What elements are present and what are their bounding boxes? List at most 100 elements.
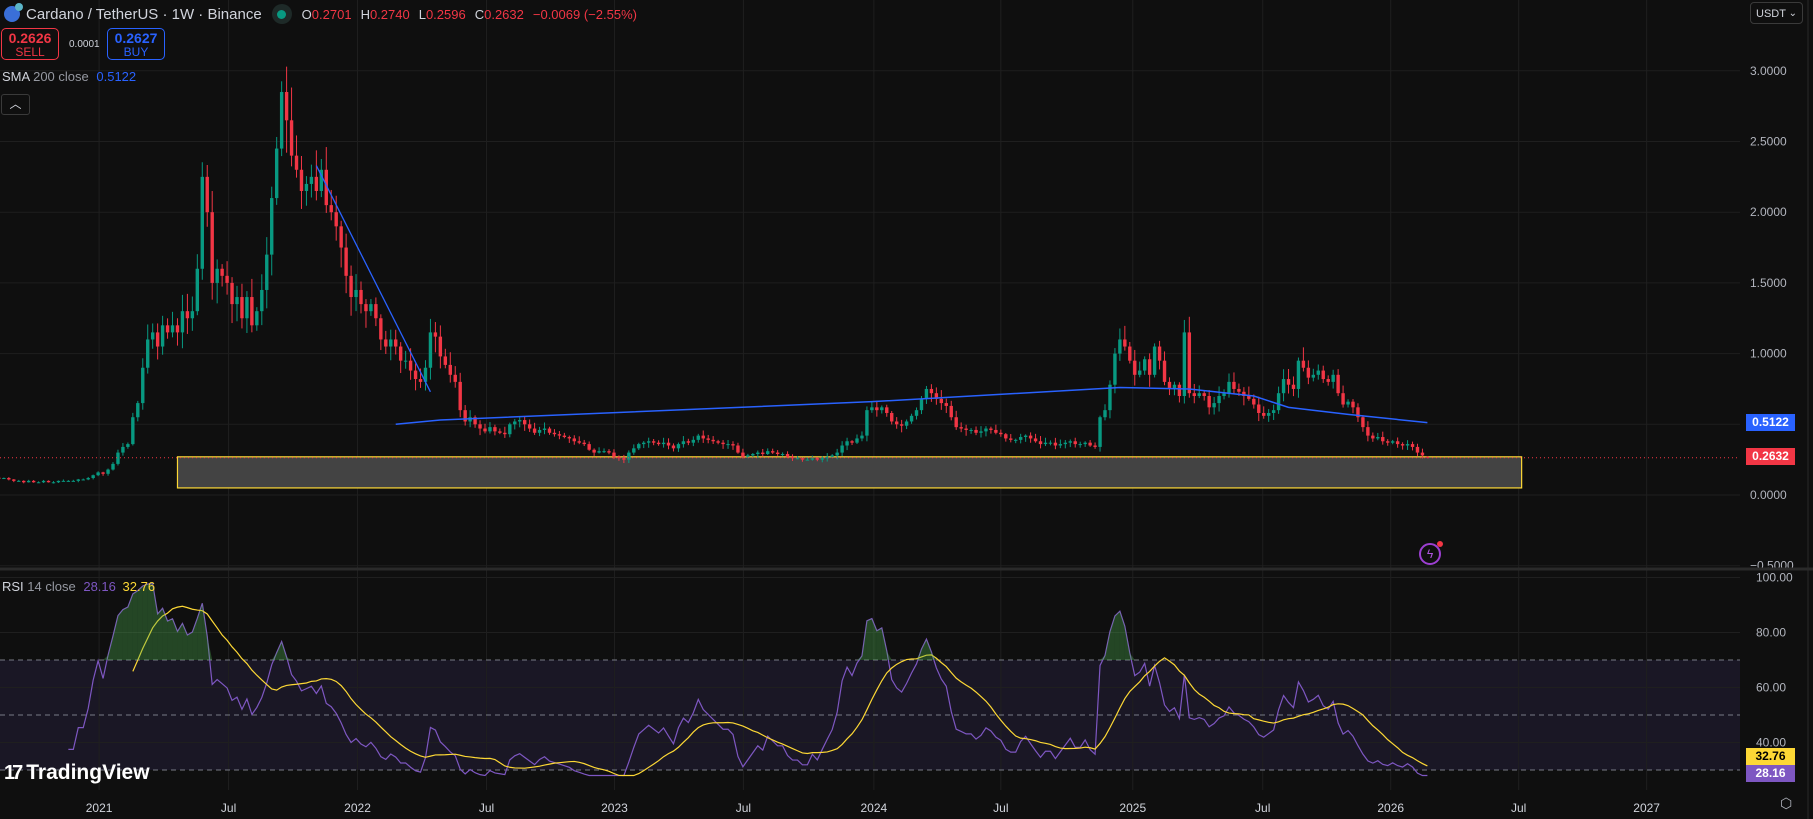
candle: [518, 417, 522, 428]
lightning-icon[interactable]: ϟ: [1419, 541, 1443, 565]
candle-body: [1257, 404, 1261, 413]
candle-body: [522, 420, 527, 425]
candle: [26, 479, 31, 483]
candle: [31, 480, 36, 483]
rsi-overbought-fill: [137, 586, 143, 660]
candle: [557, 431, 562, 440]
candle-body: [1138, 370, 1142, 375]
candle: [1014, 438, 1018, 444]
candle-body: [1068, 441, 1072, 443]
time-axis-label: 2025: [1119, 801, 1146, 815]
candle-body: [1346, 401, 1350, 405]
candle: [215, 259, 219, 304]
candle: [1371, 432, 1375, 442]
market-status-icon[interactable]: [271, 4, 292, 24]
candle-body: [890, 412, 894, 422]
candle: [870, 401, 874, 413]
candle: [656, 440, 661, 446]
tradingview-logo[interactable]: 17 TradingView: [4, 761, 150, 785]
candle: [1351, 399, 1355, 414]
candle-body: [146, 339, 150, 368]
rsi-overbought-fill: [187, 632, 193, 660]
candle-body: [394, 339, 398, 347]
candle: [567, 435, 572, 443]
candle: [463, 405, 467, 426]
candle-body: [919, 398, 924, 411]
candle-body: [1152, 346, 1157, 375]
candle-body: [76, 479, 80, 481]
settings-icon[interactable]: ⬡: [1780, 795, 1792, 812]
candle-body: [1207, 396, 1211, 408]
candle: [1361, 415, 1365, 432]
buy-label: BUY: [123, 45, 149, 59]
candle: [676, 442, 681, 452]
candle: [1192, 383, 1196, 404]
rsi-overbought-fill: [871, 618, 877, 660]
rsi-overbought-fill: [197, 603, 203, 660]
candle: [76, 478, 80, 483]
candle-body: [1306, 367, 1311, 378]
candle: [894, 417, 899, 429]
candle-body: [567, 437, 572, 439]
candle-body: [408, 360, 413, 371]
candle-body: [215, 268, 219, 283]
candle-body: [909, 415, 914, 422]
candle-body: [12, 479, 16, 481]
rsi-legend[interactable]: RSI 14 close 28.16 32.76: [2, 579, 155, 594]
candle: [1356, 403, 1360, 422]
rsi-overbought-fill: [177, 623, 183, 660]
time-axis-label: 2021: [86, 801, 113, 815]
candle-body: [185, 311, 190, 319]
candle: [1386, 439, 1390, 446]
candle: [1162, 351, 1167, 386]
candle: [1004, 432, 1008, 442]
candle-body: [51, 482, 56, 484]
candle: [721, 440, 725, 449]
candle-body: [542, 428, 547, 430]
candle-body: [741, 452, 745, 457]
candle: [1306, 360, 1311, 385]
candle-body: [1147, 359, 1152, 375]
sell-label: SELL: [15, 45, 45, 59]
candle-body: [850, 441, 854, 443]
sell-button[interactable]: 0.2626 SELL: [1, 28, 59, 60]
candle: [389, 329, 393, 361]
candle-body: [1390, 441, 1395, 443]
candle-body: [438, 336, 443, 357]
candle-body: [964, 428, 968, 430]
symbol-title[interactable]: Cardano / TetherUS · 1W · Binance: [26, 6, 262, 23]
candle-body: [904, 421, 909, 426]
rsi-overbought-fill: [167, 618, 173, 660]
candle-body: [612, 452, 616, 457]
sma-legend[interactable]: SMA 200 close 0.5122: [2, 69, 136, 84]
candle: [1118, 328, 1122, 361]
candle: [423, 360, 428, 391]
candle-body: [389, 339, 393, 347]
candle-body: [766, 451, 770, 454]
candle: [726, 440, 730, 449]
candle: [934, 387, 939, 405]
currency-dropdown[interactable]: USDT ⌄: [1750, 2, 1803, 24]
candle-body: [532, 428, 537, 433]
candle: [1138, 361, 1142, 378]
candle: [537, 426, 542, 437]
candle-body: [810, 458, 815, 460]
candle-body: [294, 155, 299, 170]
candle-body: [160, 325, 165, 347]
candle-body: [1157, 346, 1162, 361]
buy-button[interactable]: 0.2627 BUY: [107, 28, 165, 60]
chart-canvas[interactable]: 3.00002.50002.00001.50001.00000.50000.00…: [0, 0, 1813, 819]
rsi-overbought-fill: [142, 584, 148, 660]
candle-body: [141, 367, 145, 404]
collapse-legend-button[interactable]: ︿: [1, 94, 30, 115]
candle-body: [369, 304, 373, 312]
candle: [1182, 319, 1187, 404]
candle: [1157, 340, 1162, 370]
candle: [91, 474, 95, 480]
candle: [1197, 385, 1201, 399]
time-axis-label: Jul: [479, 801, 494, 815]
rsi-axis-label: 80.00: [1756, 626, 1786, 640]
candle: [260, 274, 264, 326]
time-axis-label: 2026: [1377, 801, 1404, 815]
candle-body: [994, 429, 998, 433]
